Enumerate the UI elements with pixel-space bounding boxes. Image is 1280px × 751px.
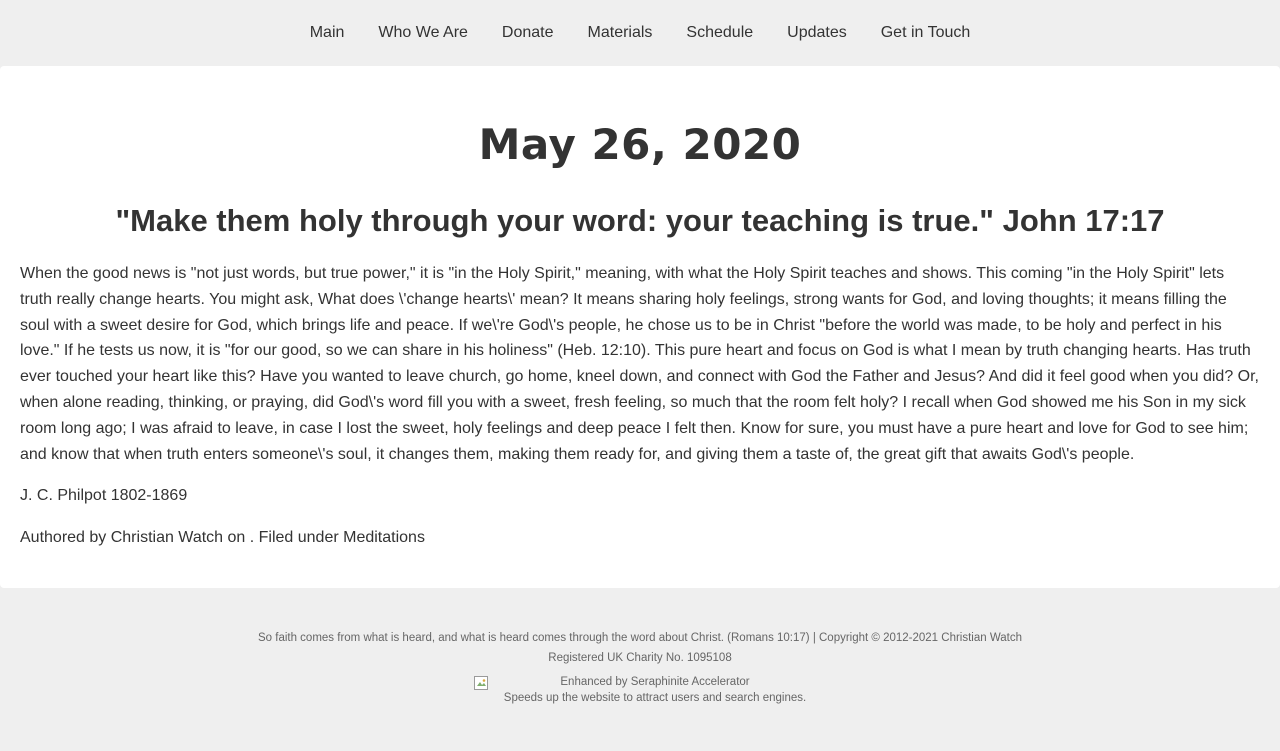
post-verse-heading: "Make them holy through your word: your … bbox=[115, 203, 1165, 238]
nav-item-schedule[interactable]: Schedule bbox=[669, 23, 770, 43]
nav-item-materials[interactable]: Materials bbox=[571, 23, 670, 43]
main-navigation: Main Who We Are Donate Materials Schedul… bbox=[0, 0, 1280, 66]
nav-item-who-we-are[interactable]: Who We Are bbox=[361, 23, 485, 43]
site-footer: So faith comes from what is heard, and w… bbox=[0, 588, 1280, 708]
nav-item-donate[interactable]: Donate bbox=[485, 23, 571, 43]
post-card: May 26, 2020 "Make them holy through you… bbox=[0, 66, 1280, 588]
post-date-title: May 26, 2020 bbox=[478, 120, 802, 169]
broken-image-icon bbox=[473, 676, 490, 692]
footer-verse-copyright: So faith comes from what is heard, and w… bbox=[257, 632, 1023, 644]
nav-item-updates[interactable]: Updates bbox=[770, 23, 864, 43]
accelerator-badge-text: Enhanced by Seraphinite Accelerator Spee… bbox=[504, 672, 806, 708]
post-author: J. C. Philpot 1802-1869 bbox=[20, 487, 188, 505]
post-body: When the good news is "not just words, b… bbox=[20, 265, 1259, 463]
accelerator-badge[interactable]: Enhanced by Seraphinite Accelerator Spee… bbox=[0, 672, 1280, 708]
accelerator-badge-subtitle: Speeds up the website to attract users a… bbox=[503, 692, 807, 704]
nav-item-main[interactable]: Main bbox=[293, 23, 362, 43]
post-meta: Authored by Christian Watch on . Filed u… bbox=[20, 529, 425, 547]
nav-item-get-in-touch[interactable]: Get in Touch bbox=[864, 23, 988, 43]
footer-charity-number: Registered UK Charity No. 1095108 bbox=[548, 652, 732, 664]
